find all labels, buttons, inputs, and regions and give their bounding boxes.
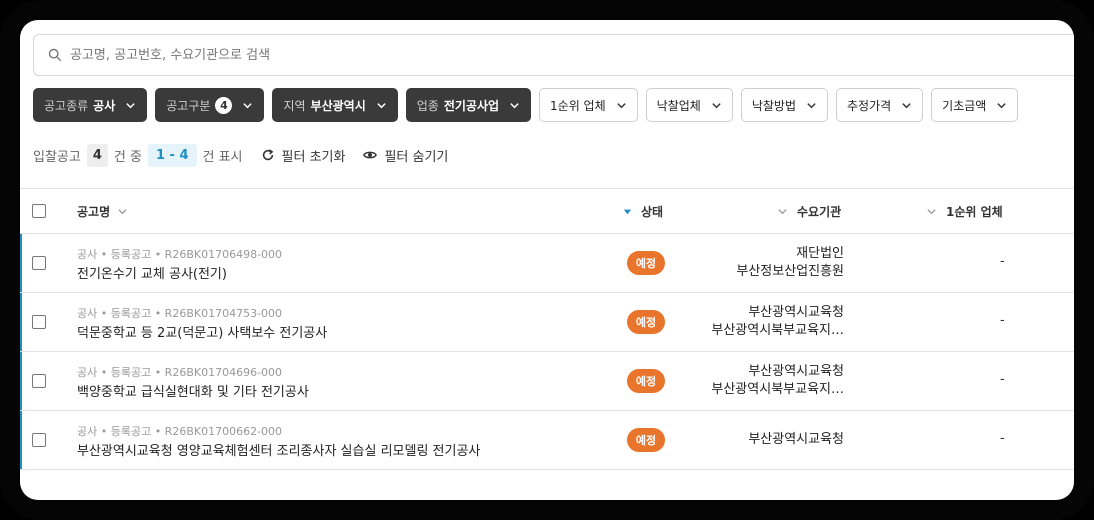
table-row[interactable]: 공사 • 등록공고 • R26BK01704753-000 덕문중학교 등 2교… — [20, 293, 1074, 352]
filter-value: 공사 — [93, 98, 116, 113]
notice-table: 공고명 상태 수요기관 1순위 업체 공사 • 등록공고 • R26BK0170… — [20, 188, 1074, 470]
row-checkbox[interactable] — [32, 256, 46, 270]
chevron-down-icon — [712, 102, 721, 108]
first-rank-cell: - — [1000, 313, 1005, 328]
agency-subname: 부산정보산업진흥원 — [736, 264, 844, 279]
summary-middle: 건 중 — [113, 149, 142, 165]
agency-subname: 부산광역시북부교육지… — [711, 323, 844, 338]
hide-filters-label: 필터 숨기기 — [384, 149, 449, 165]
column-label: 상태 — [641, 204, 664, 219]
agency-cell: 부산광역시교육청 부산광역시북부교육지… — [711, 363, 844, 399]
display-range: 1 - 4 — [147, 143, 197, 167]
notice-title[interactable]: 부산광역시교육청 영양교육체험센터 조리종사자 실습실 리모델링 전기공사 — [77, 440, 480, 459]
agency-name: 부산광역시교육청 — [748, 432, 844, 447]
filter-label: 낙찰방법 — [751, 98, 796, 113]
chevron-down-icon — [997, 102, 1007, 108]
agency-cell: 재단법인 부산정보산업진흥원 — [736, 245, 844, 281]
first-rank-cell: - — [1000, 431, 1005, 446]
column-label: 1순위 업체 — [946, 204, 1003, 219]
select-all-checkbox[interactable] — [32, 204, 46, 218]
agency-subname: 부산광역시북부교육지… — [711, 382, 844, 397]
filter-label: 기초금액 — [942, 98, 987, 113]
row-checkbox[interactable] — [32, 374, 46, 388]
chevron-down-icon — [377, 102, 386, 108]
chevron-down-icon — [902, 102, 911, 108]
filter-label: 낙찰업체 — [656, 98, 701, 113]
row-checkbox[interactable] — [32, 433, 46, 447]
table-header: 공고명 상태 수요기관 1순위 업체 — [20, 188, 1074, 234]
table-row[interactable]: 공사 • 등록공고 • R26BK01700662-000 부산광역시교육청 영… — [20, 411, 1074, 470]
total-count: 4 — [86, 143, 108, 167]
chevron-down-icon — [118, 208, 127, 214]
notice-meta: 공사 • 등록공고 • R26BK01704753-000 — [77, 307, 283, 320]
hide-filters-button[interactable]: 필터 숨기기 — [363, 146, 448, 165]
status-badge: 예정 — [627, 428, 665, 452]
filter-first-rank[interactable]: 1순위 업체 — [539, 88, 638, 122]
chevron-down-icon — [243, 102, 253, 108]
filter-label: 지역 — [283, 98, 306, 113]
summary-prefix: 입찰공고 — [33, 149, 81, 165]
refresh-icon — [262, 149, 273, 161]
first-rank-cell: - — [1000, 254, 1005, 269]
reset-filters-label: 필터 초기화 — [281, 149, 346, 165]
filter-value: 전기공사업 — [443, 98, 500, 113]
filter-region[interactable]: 지역 부산광역시 — [272, 88, 398, 122]
notice-meta: 공사 • 등록공고 • R26BK01704696-000 — [77, 366, 283, 379]
filter-label: 추정가격 — [847, 98, 892, 113]
filter-label: 업종 — [416, 98, 439, 113]
chevron-down-icon — [807, 102, 816, 108]
filter-base-amount[interactable]: 기초금액 — [931, 88, 1019, 122]
column-header-first-rank[interactable]: 1순위 업체 — [926, 189, 1003, 233]
eye-icon — [363, 151, 378, 159]
table-row[interactable]: 공사 • 등록공고 • R26BK01704696-000 백양중학교 급식실현… — [20, 352, 1074, 411]
column-header-agency[interactable]: 수요기관 — [777, 189, 841, 233]
agency-name: 재단법인 — [796, 246, 844, 261]
filter-bar: 공고종류 공사 공고구분 4 지역 부산광역시 업종 전기공사업 1순위 업체 — [33, 88, 1019, 122]
column-header-name[interactable]: 공고명 — [77, 189, 128, 233]
filter-label: 1순위 업체 — [550, 98, 606, 113]
agency-cell: 부산광역시교육청 — [748, 431, 844, 449]
notice-title[interactable]: 전기온수기 교체 공사(전기) — [77, 263, 227, 282]
chevron-down-icon — [927, 208, 936, 214]
notice-title[interactable]: 백양중학교 급식실현대화 및 기타 전기공사 — [77, 381, 309, 400]
chevron-down-icon — [126, 102, 135, 108]
search-input[interactable] — [70, 47, 970, 63]
notice-meta: 공사 • 등록공고 • R26BK01706498-000 — [77, 248, 283, 261]
column-label: 수요기관 — [797, 204, 842, 219]
status-badge: 예정 — [627, 310, 665, 334]
filter-industry[interactable]: 업종 전기공사업 — [405, 88, 532, 122]
app-screen: 공고종류 공사 공고구분 4 지역 부산광역시 업종 전기공사업 1순위 업체 — [20, 20, 1074, 500]
filter-label: 공고구분 — [166, 98, 211, 113]
chevron-down-icon — [616, 102, 626, 108]
device-frame: 공고종류 공사 공고구분 4 지역 부산광역시 업종 전기공사업 1순위 업체 — [0, 0, 1094, 520]
chevron-down-icon — [778, 208, 787, 214]
first-rank-cell: - — [1000, 372, 1005, 387]
filter-notice-category[interactable]: 공고구분 4 — [155, 88, 265, 122]
reset-filters-button[interactable]: 필터 초기화 — [261, 146, 346, 165]
status-badge: 예정 — [627, 251, 665, 275]
table-row[interactable]: 공사 • 등록공고 • R26BK01706498-000 전기온수기 교체 공… — [20, 234, 1074, 293]
search-icon — [48, 48, 62, 62]
notice-meta: 공사 • 등록공고 • R26BK01700662-000 — [77, 425, 283, 438]
filter-label: 공고종류 — [44, 98, 89, 113]
filter-estimated-price[interactable]: 추정가격 — [836, 88, 924, 122]
filter-value: 부산광역시 — [310, 98, 366, 113]
summary-suffix: 건 표시 — [202, 149, 243, 165]
agency-name: 부산광역시교육청 — [748, 305, 844, 320]
result-summary: 입찰공고 4 건 중 1 - 4 건 표시 필터 초기화 필터 숨기기 — [33, 143, 448, 167]
filter-notice-type[interactable]: 공고종류 공사 — [33, 88, 148, 122]
column-label: 공고명 — [77, 204, 111, 219]
column-header-status[interactable]: 상태 — [622, 189, 663, 233]
filter-count-badge: 4 — [215, 96, 233, 114]
agency-name: 부산광역시교육청 — [748, 364, 844, 379]
status-badge: 예정 — [627, 369, 665, 393]
chevron-down-icon — [510, 102, 519, 108]
sort-desc-icon — [623, 209, 632, 214]
row-checkbox[interactable] — [32, 315, 46, 329]
filter-award-method[interactable]: 낙찰방법 — [740, 88, 828, 122]
notice-title[interactable]: 덕문중학교 등 2교(덕문고) 사택보수 전기공사 — [77, 322, 327, 341]
search-bar[interactable] — [33, 34, 1074, 76]
agency-cell: 부산광역시교육청 부산광역시북부교육지… — [711, 304, 844, 340]
filter-winner[interactable]: 낙찰업체 — [645, 88, 733, 122]
